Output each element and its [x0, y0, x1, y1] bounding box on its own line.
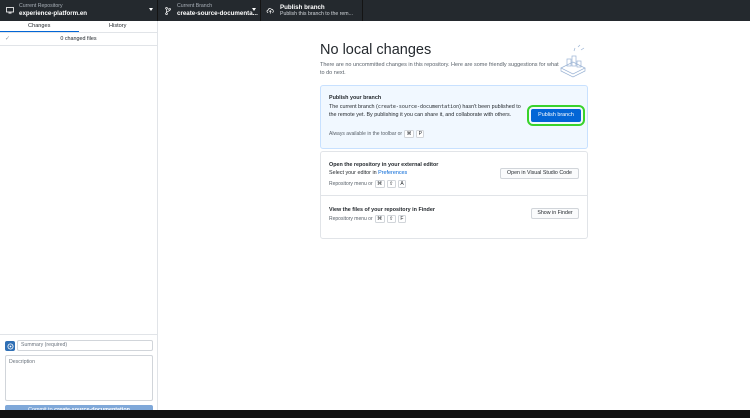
- key-a: A: [397, 180, 407, 188]
- editor-hint-text: Repository menu or: [329, 181, 373, 187]
- actions-card: Open the repository in your external edi…: [320, 151, 588, 239]
- chevron-down-icon: [149, 8, 153, 11]
- changed-files-count: 0 changed files: [60, 36, 97, 42]
- card-divider: [321, 195, 587, 196]
- publish-text-part1: The current branch (: [329, 104, 378, 110]
- cloud-upload-icon: [266, 6, 275, 15]
- avatar: [5, 341, 15, 351]
- chevron-down-icon: [252, 8, 256, 11]
- editor-text: Select your editor in: [329, 170, 379, 176]
- editor-card-title: Open the repository in your external edi…: [329, 162, 439, 168]
- publish-branch-toolbar-button[interactable]: Publish branch Publish this branch to th…: [261, 0, 363, 21]
- open-in-vscode-button[interactable]: Open in Visual Studio Code: [500, 168, 579, 179]
- key-p: P: [416, 130, 425, 138]
- window-bottom-edge: [0, 410, 750, 418]
- key-f: F: [397, 215, 406, 223]
- repository-name: experience-platform.en: [19, 9, 88, 17]
- no-changes-header: No local changes There are no uncommitte…: [320, 41, 588, 77]
- editor-card-text: Select your editor in Preferences: [329, 169, 407, 177]
- shift-key-icon: ⇧: [386, 180, 396, 188]
- publish-hint-text: Always available in the toolbar or: [329, 131, 403, 137]
- checkmark-icon[interactable]: ✓: [5, 35, 10, 42]
- command-key-icon: ⌘: [374, 215, 385, 223]
- publish-card-hint: Always available in the toolbar or ⌘ P: [329, 130, 425, 138]
- publish-branch-name: create-source-documentation: [377, 104, 460, 110]
- empty-state-illustration: [560, 44, 586, 78]
- page-subtitle: There are no uncommitted changes in this…: [320, 62, 559, 76]
- summary-input[interactable]: Summary (required): [17, 340, 153, 351]
- publish-branch-card: Publish your branch The current branch (…: [320, 85, 588, 149]
- commit-area: Summary (required) Description Commit to…: [0, 334, 157, 418]
- editor-card-hint: Repository menu or ⌘ ⇧ A: [329, 180, 407, 188]
- current-repository-dropdown[interactable]: Current Repository experience-platform.e…: [0, 0, 158, 21]
- finder-card-title: View the files of your repository in Fin…: [329, 207, 435, 213]
- branch-name: create-source-documenta...: [177, 9, 258, 17]
- sidebar: Changes History ✓ 0 changed files Summar…: [0, 21, 158, 418]
- tab-history[interactable]: History: [79, 21, 158, 32]
- command-key-icon: ⌘: [404, 130, 415, 138]
- finder-card-hint: Repository menu or ⌘ ⇧ F: [329, 215, 406, 223]
- sidebar-tabs: Changes History: [0, 21, 157, 33]
- current-branch-dropdown[interactable]: Current Branch create-source-documenta..…: [158, 0, 261, 21]
- description-textarea[interactable]: Description: [5, 355, 153, 401]
- branch-icon: [163, 6, 172, 15]
- publish-card-text: The current branch (create-source-docume…: [329, 103, 521, 119]
- publish-card-title: Publish your branch: [329, 95, 382, 101]
- page-title: No local changes: [320, 42, 432, 58]
- show-in-finder-button[interactable]: Show in Finder: [531, 208, 579, 219]
- publish-branch-button[interactable]: Publish branch: [527, 105, 585, 126]
- command-key-icon: ⌘: [374, 180, 385, 188]
- toolbar: Current Repository experience-platform.e…: [0, 0, 750, 21]
- changed-files-header: ✓ 0 changed files: [0, 33, 157, 46]
- shift-key-icon: ⇧: [386, 215, 396, 223]
- publish-description: Publish this branch to the rem...: [280, 11, 353, 17]
- tab-changes[interactable]: Changes: [0, 21, 79, 32]
- main-panel: No local changes There are no uncommitte…: [158, 21, 750, 418]
- preferences-link[interactable]: Preferences: [378, 170, 407, 176]
- repository-label: Current Repository: [19, 3, 63, 10]
- computer-icon: [5, 6, 14, 15]
- branch-label: Current Branch: [177, 3, 213, 10]
- finder-hint-text: Repository menu or: [329, 216, 373, 222]
